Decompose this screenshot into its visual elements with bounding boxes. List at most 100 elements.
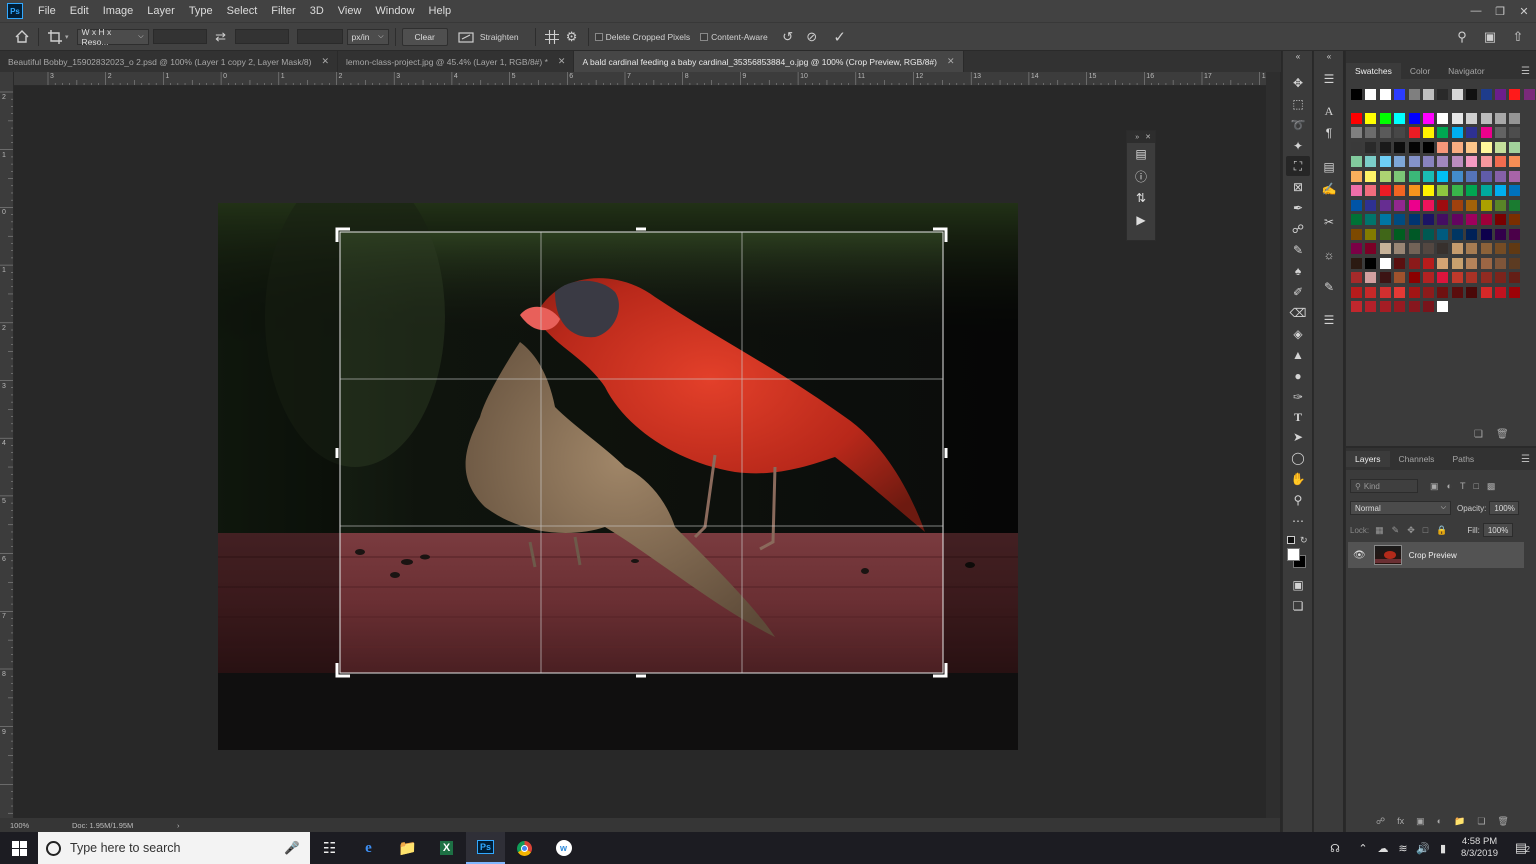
paragraph-panel-icon[interactable]: ¶ [1318,123,1340,143]
color-swatch[interactable] [1394,272,1406,283]
brush-tool-icon[interactable]: ✎ [1286,240,1310,260]
visibility-eye-icon[interactable]: 👁 [1353,550,1366,561]
close-icon[interactable]: ✕ [1145,133,1151,141]
color-swatch[interactable] [1480,200,1492,211]
color-swatch[interactable] [1509,171,1521,182]
opacity-field[interactable]: 100% [1489,501,1520,515]
color-swatch[interactable] [1379,258,1391,269]
color-swatch[interactable] [1408,272,1420,283]
color-swatch[interactable] [1480,89,1492,100]
color-swatch[interactable] [1437,229,1449,240]
color-swatch[interactable] [1365,301,1377,312]
tab-document-3[interactable]: A bald cardinal feeding a baby cardinal_… [574,51,964,72]
tool-presets-icon[interactable]: ✂ [1318,212,1340,232]
color-swatch[interactable] [1423,301,1434,312]
color-swatch[interactable] [1423,272,1434,283]
color-swatch[interactable] [1509,185,1521,196]
move-tool-icon[interactable]: ✥ [1286,73,1310,93]
color-swatch[interactable] [1365,113,1377,124]
taskbar-search-box[interactable]: Type here to search 🎤 [38,832,310,864]
libraries-icon[interactable]: ☰ [1318,69,1340,89]
color-swatch[interactable] [1451,258,1463,269]
color-swatch[interactable] [1495,243,1506,254]
color-swatch[interactable] [1466,287,1478,298]
color-swatch[interactable] [1379,89,1391,100]
color-swatch[interactable] [1365,171,1377,182]
color-swatch[interactable] [1379,142,1391,153]
color-swatch[interactable] [1509,243,1521,254]
trash-icon[interactable]: 🗑 [1496,429,1509,440]
menu-layer[interactable]: Layer [141,5,183,17]
tab-swatches[interactable]: Swatches [1346,63,1401,79]
eraser-tool-icon[interactable]: ⌫ [1286,303,1310,323]
lock-image-icon[interactable]: ✎ [1392,525,1400,536]
color-swatch[interactable] [1394,200,1406,211]
microphone-icon[interactable]: 🎤 [284,841,300,856]
document-canvas[interactable] [15,87,1266,817]
layer-mask-icon[interactable]: ▣ [1416,816,1425,827]
color-swatch[interactable] [1423,185,1434,196]
color-swatch[interactable] [1437,258,1449,269]
home-icon[interactable] [12,27,32,47]
color-swatch[interactable] [1408,171,1420,182]
close-icon[interactable]: ✕ [558,56,566,67]
filter-adjustment-icon[interactable]: ◐ [1447,481,1452,492]
straighten-icon[interactable] [456,27,476,47]
color-swatch[interactable] [1408,127,1420,138]
width-field[interactable] [152,29,207,44]
taskbar-clock[interactable]: 4:58 PM 8/3/2019 [1453,836,1506,860]
color-swatch[interactable] [1495,229,1506,240]
layer-row[interactable]: 👁 Crop Preview [1348,542,1524,568]
menu-3d[interactable]: 3D [304,5,332,17]
lock-transparent-icon[interactable]: ▦ [1375,525,1384,536]
content-aware-checkbox[interactable]: Content-Aware [700,32,768,42]
lock-position-icon[interactable]: ✥ [1407,525,1415,536]
color-swatch[interactable] [1480,156,1492,167]
color-swatch[interactable] [1451,243,1463,254]
paint-bucket-tool-icon[interactable]: ◈ [1286,324,1310,344]
color-swatch[interactable] [1365,127,1377,138]
color-swatch[interactable] [1480,113,1492,124]
search-icon[interactable]: ⚲ [1452,27,1472,47]
history-brush-tool-icon[interactable]: ✐ [1286,282,1310,302]
color-swatch[interactable] [1495,156,1506,167]
color-swatch[interactable] [1365,89,1377,100]
color-swatch[interactable] [1379,287,1391,298]
color-swatch[interactable] [1451,200,1463,211]
color-swatch[interactable] [1351,258,1362,269]
minimize-icon[interactable]: — [1464,5,1488,18]
color-swatch[interactable] [1466,243,1478,254]
color-swatch[interactable] [1379,113,1391,124]
ellipse-tool-icon[interactable]: ◯ [1286,448,1310,468]
color-swatch[interactable] [1365,229,1377,240]
straighten-label[interactable]: Straighten [480,32,519,42]
color-swatch[interactable] [1466,142,1478,153]
color-swatch[interactable] [1451,89,1463,100]
color-swatch[interactable] [1379,272,1391,283]
foreground-color-swatch[interactable] [1287,548,1300,561]
color-swatch[interactable] [1495,185,1506,196]
fill-field[interactable]: 100% [1482,523,1513,537]
resolution-field[interactable] [296,29,343,44]
color-swatch[interactable] [1509,258,1521,269]
color-swatch[interactable] [1495,89,1506,100]
color-swatch[interactable] [1351,89,1362,100]
color-swatch[interactable] [1437,301,1449,312]
share-icon[interactable]: ⇧ [1508,27,1528,47]
magic-wand-tool-icon[interactable]: ✦ [1286,136,1310,156]
color-swatch[interactable] [1408,89,1420,100]
tab-layers[interactable]: Layers [1346,451,1390,467]
color-swatch[interactable] [1466,171,1478,182]
color-swatch[interactable] [1351,127,1362,138]
color-swatch[interactable] [1495,142,1506,153]
color-swatch[interactable] [1394,258,1406,269]
color-swatch[interactable] [1408,287,1420,298]
color-swatch[interactable] [1495,214,1506,225]
color-swatch[interactable] [1480,127,1492,138]
menu-window[interactable]: Window [369,5,422,17]
color-swatch[interactable] [1466,200,1478,211]
color-swatch[interactable] [1365,142,1377,153]
color-swatch[interactable] [1379,200,1391,211]
tab-navigator[interactable]: Navigator [1439,63,1493,79]
color-swatch[interactable] [1351,272,1362,283]
